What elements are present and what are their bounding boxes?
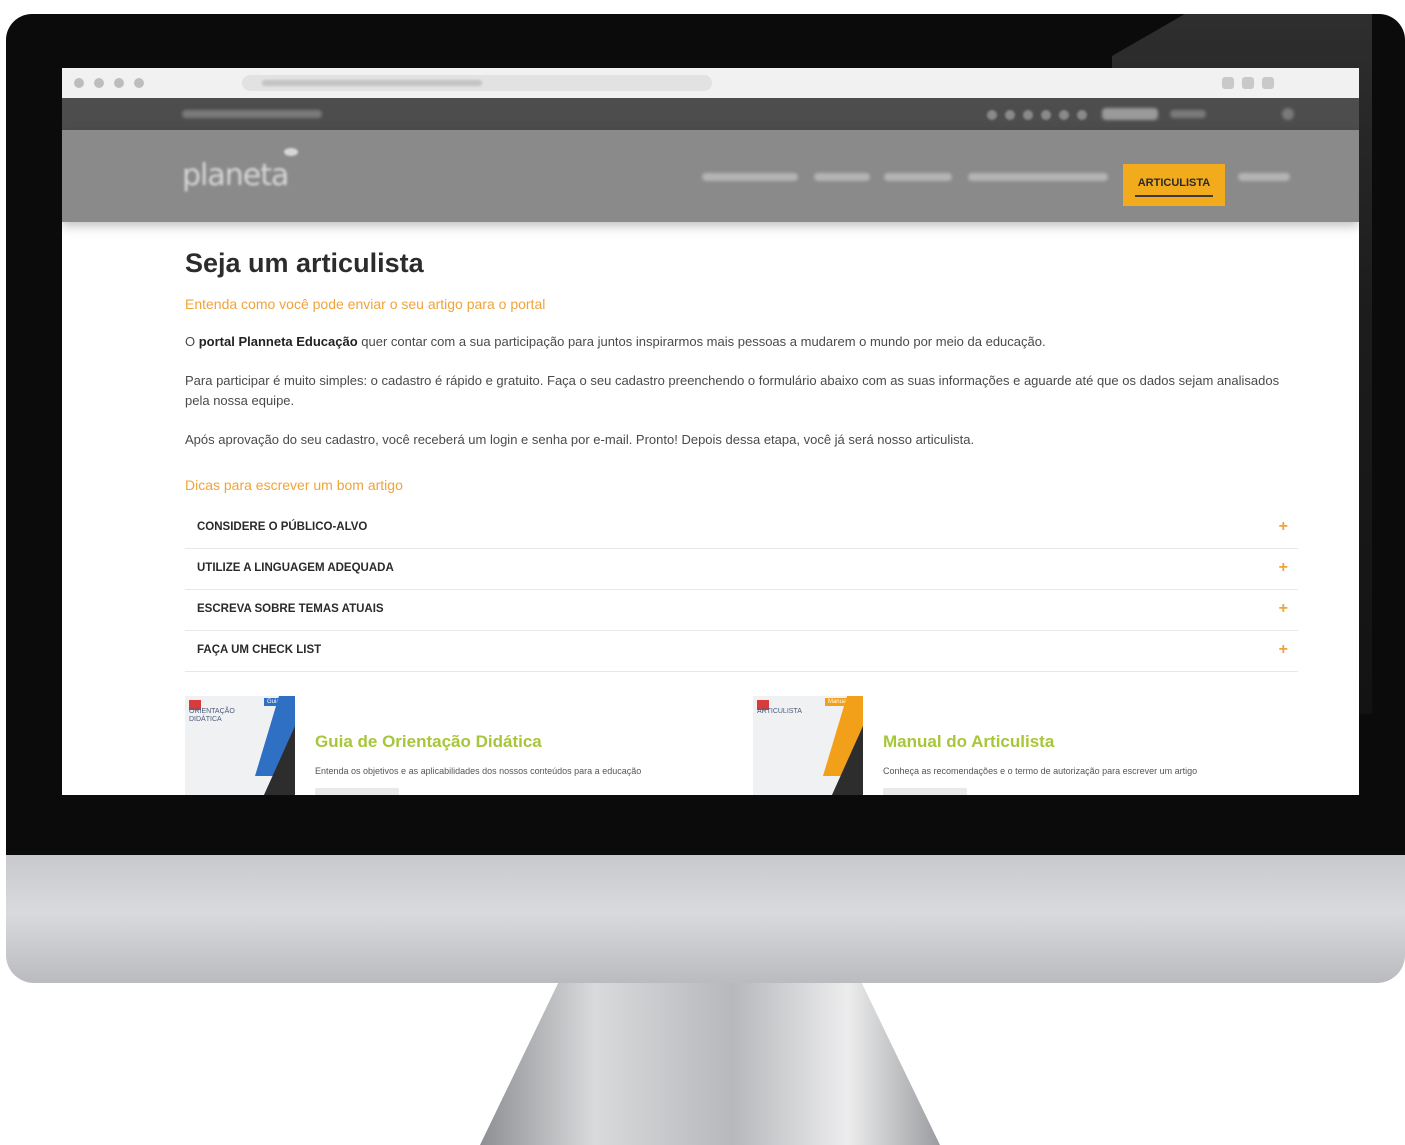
manual-cover-image: Manual do ARTICULISTA bbox=[753, 696, 863, 795]
browser-toolbar bbox=[62, 68, 1359, 99]
intro-prefix: O bbox=[185, 334, 199, 349]
instagram-icon[interactable] bbox=[1023, 110, 1033, 120]
cover-title: ARTICULISTA bbox=[757, 708, 802, 715]
planneta-logo[interactable]: planeta bbox=[182, 158, 289, 193]
linkedin-icon[interactable] bbox=[1059, 110, 1069, 120]
accordion-item-label: UTILIZE A LINGUAGEM ADEQUADA bbox=[197, 562, 394, 574]
nav-item-blurred-1[interactable] bbox=[702, 173, 798, 181]
accordion-item-label: ESCREVA SOBRE TEMAS ATUAIS bbox=[197, 603, 384, 615]
youtube-icon[interactable] bbox=[1041, 110, 1051, 120]
nav-active-underline bbox=[1135, 195, 1213, 197]
tips-accordion: CONSIDERE O PÚBLICO-ALVO + UTILIZE A LIN… bbox=[185, 508, 1298, 672]
extension-icon[interactable] bbox=[1222, 77, 1234, 89]
accordion-item[interactable]: FAÇA UM CHECK LIST + bbox=[185, 631, 1298, 672]
paragraph-3: Após aprovação do seu cadastro, você rec… bbox=[185, 432, 975, 447]
cover-title: ORIENTAÇÃO DIDÁTICA bbox=[189, 708, 235, 723]
blurred-search-link[interactable] bbox=[1170, 110, 1206, 118]
twitter-icon[interactable] bbox=[1005, 110, 1015, 120]
browser-forward-icon[interactable] bbox=[94, 78, 104, 88]
facebook-icon[interactable] bbox=[987, 110, 997, 120]
page-subtitle: Entenda como você pode enviar o seu arti… bbox=[185, 296, 546, 312]
page-title: Seja um articulista bbox=[185, 248, 424, 278]
download-cards: Guia de ORIENTAÇÃO DIDÁTICA Guia de Orie… bbox=[185, 696, 1298, 795]
nav-item-blurred-3[interactable] bbox=[884, 173, 952, 181]
accordion-item-label: FAÇA UM CHECK LIST bbox=[197, 644, 322, 656]
card-title[interactable]: Guia de Orientação Didática bbox=[315, 732, 542, 752]
nav-item-blurred-4[interactable] bbox=[968, 173, 1108, 181]
nav-item-label: ARTICULISTA bbox=[1137, 177, 1211, 189]
expand-plus-icon[interactable]: + bbox=[1279, 600, 1288, 618]
accordion-item[interactable]: ESCREVA SOBRE TEMAS ATUAIS + bbox=[185, 590, 1298, 631]
screen: planeta ARTICULISTA Seja um articulista … bbox=[62, 68, 1359, 795]
nav-item-blurred-5[interactable] bbox=[1238, 173, 1290, 181]
download-button[interactable] bbox=[883, 788, 967, 795]
card-description: Entenda os objetivos e as aplicabilidade… bbox=[315, 766, 642, 776]
blurred-topbar-text bbox=[182, 110, 322, 118]
site-header: planeta ARTICULISTA bbox=[62, 130, 1359, 222]
accordion-item[interactable]: CONSIDERE O PÚBLICO-ALVO + bbox=[185, 508, 1298, 549]
download-card-guia: Guia de ORIENTAÇÃO DIDÁTICA Guia de Orie… bbox=[185, 696, 725, 795]
card-title[interactable]: Manual do Articulista bbox=[883, 732, 1054, 752]
card-description: Conheça as recomendações e o termo de au… bbox=[883, 766, 1198, 776]
monitor-stand bbox=[480, 983, 940, 1145]
top-utility-bar bbox=[62, 98, 1359, 130]
monitor-chin bbox=[6, 855, 1405, 983]
download-button[interactable] bbox=[315, 788, 399, 795]
rss-icon[interactable] bbox=[1077, 110, 1087, 120]
download-card-manual: Manual do ARTICULISTA Manual do Articuli… bbox=[753, 696, 1293, 795]
browser-back-icon[interactable] bbox=[74, 78, 84, 88]
accordion-item-label: CONSIDERE O PÚBLICO-ALVO bbox=[197, 521, 368, 533]
search-icon[interactable] bbox=[1282, 108, 1294, 120]
browser-home-icon[interactable] bbox=[134, 78, 144, 88]
paragraph-2: Para participar é muito simples: o cadas… bbox=[185, 373, 1280, 408]
expand-plus-icon[interactable]: + bbox=[1279, 559, 1288, 577]
guia-cover-image: Guia de ORIENTAÇÃO DIDÁTICA bbox=[185, 696, 295, 795]
nav-item-blurred-2[interactable] bbox=[814, 173, 870, 181]
expand-plus-icon[interactable]: + bbox=[1279, 518, 1288, 536]
address-bar[interactable] bbox=[242, 75, 712, 91]
logo-leaf-icon bbox=[284, 148, 298, 156]
menu-icon[interactable] bbox=[1262, 77, 1274, 89]
browser-reload-icon[interactable] bbox=[114, 78, 124, 88]
tips-heading: Dicas para escrever um bom artigo bbox=[185, 477, 403, 493]
nav-item-articulista[interactable]: ARTICULISTA bbox=[1123, 164, 1225, 206]
star-icon[interactable] bbox=[1242, 77, 1254, 89]
accordion-item[interactable]: UTILIZE A LINGUAGEM ADEQUADA + bbox=[185, 549, 1298, 590]
intro-paragraph: O portal Planneta Educação quer contar c… bbox=[185, 332, 1285, 352]
blurred-login-button[interactable] bbox=[1102, 108, 1158, 120]
expand-plus-icon[interactable]: + bbox=[1279, 641, 1288, 659]
intro-bold: portal Planneta Educação bbox=[198, 334, 358, 349]
intro-rest: quer contar com a sua participação para … bbox=[357, 334, 1046, 349]
